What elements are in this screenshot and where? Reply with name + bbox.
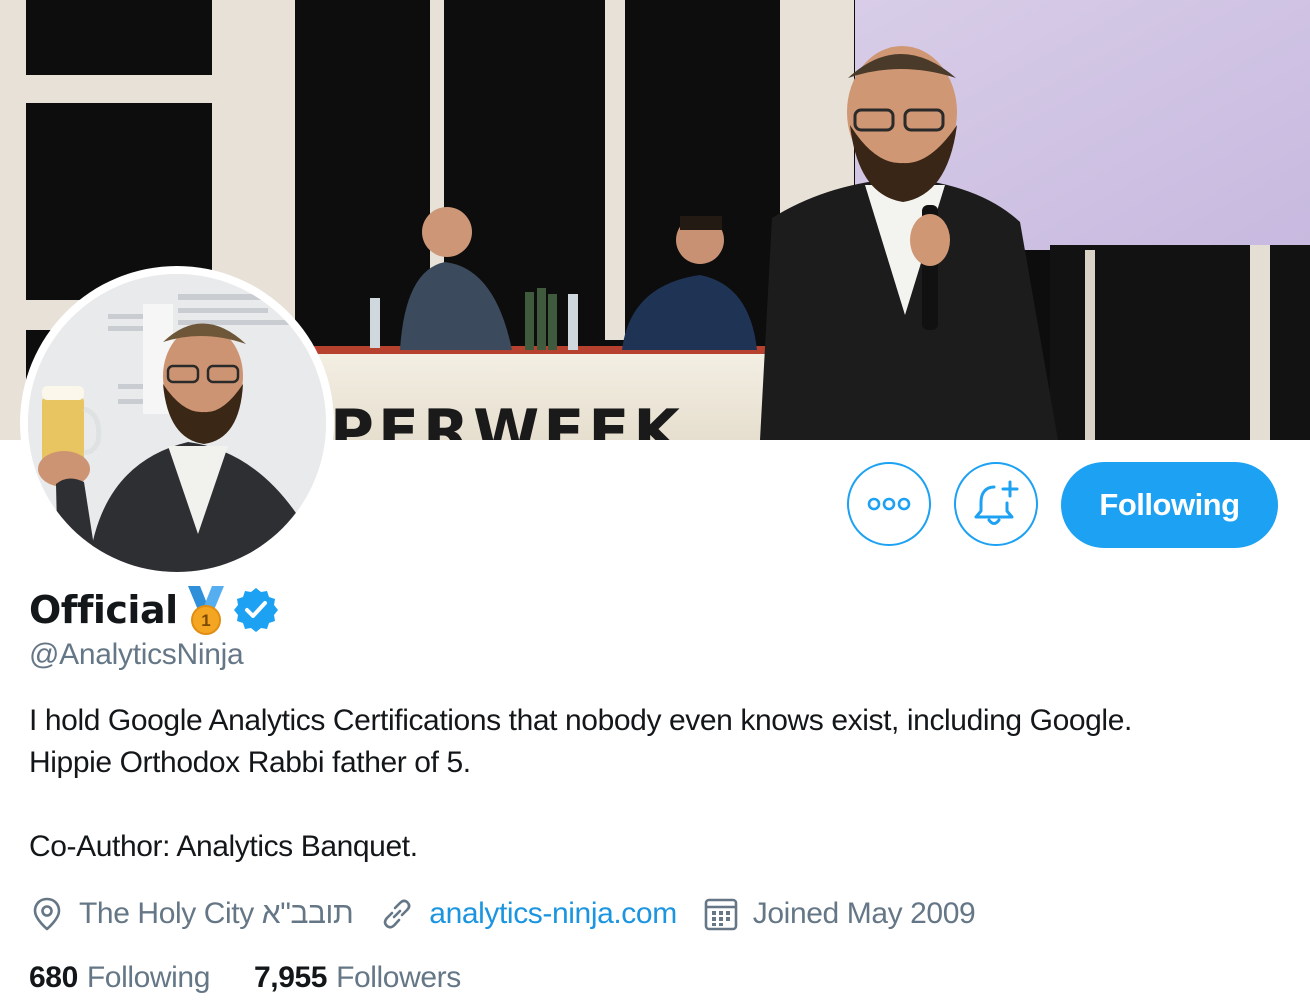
following-count: 680 [29, 961, 78, 994]
joined-text: Joined May 2009 [752, 897, 976, 930]
followers-count: 7,955 [253, 961, 328, 994]
profile-bio: I hold Google Analytics Certifications t… [29, 700, 1279, 868]
first-place-medal-icon: 1 [187, 586, 224, 635]
profile-name-row: Official 1 [29, 580, 280, 640]
profile-avatar[interactable] [20, 266, 334, 580]
display-name: Official [29, 588, 178, 632]
followers-label: Followers [336, 961, 461, 994]
followers-stat[interactable]: 7,955 Followers [254, 961, 461, 995]
location-text: The Holy City תובב"א [79, 897, 354, 930]
bio-spacer [29, 784, 1279, 826]
link-icon [383, 899, 411, 929]
notifications-button[interactable] [954, 462, 1038, 546]
calendar-icon [704, 898, 738, 931]
bio-line: I hold Google Analytics Certifications t… [29, 704, 1132, 737]
more-dots-icon [867, 497, 911, 511]
bio-line: Hippie Orthodox Rabbi father of 5. [29, 746, 471, 779]
medal-number: 1 [201, 611, 210, 630]
avatar-image [28, 274, 326, 572]
location-pin-icon [33, 897, 61, 931]
following-button[interactable]: Following [1061, 462, 1278, 548]
bio-line: Co-Author: Analytics Banquet. [29, 830, 418, 863]
joined-item: Joined May 2009 [703, 896, 976, 932]
website-item[interactable]: analytics-ninja.com [379, 896, 677, 932]
profile-meta-row: The Holy City תובב"א analytics-ninja.com [29, 890, 1001, 938]
location-item: The Holy City תובב"א [29, 896, 354, 932]
more-options-button[interactable] [847, 462, 931, 546]
profile-page: PERWEEK Following Official 1 @AnalyticsN… [0, 0, 1310, 1004]
bell-plus-icon [974, 480, 1019, 525]
profile-stats-row: 680 Following 7,955 Followers [29, 955, 505, 1001]
profile-handle: @AnalyticsNinja [29, 638, 244, 671]
website-link[interactable]: analytics-ninja.com [429, 897, 677, 931]
verified-badge-icon [233, 588, 278, 632]
following-stat[interactable]: 680 Following [29, 961, 210, 995]
following-label: Following [86, 961, 211, 994]
stage-banner-text: PERWEEK [330, 397, 684, 440]
